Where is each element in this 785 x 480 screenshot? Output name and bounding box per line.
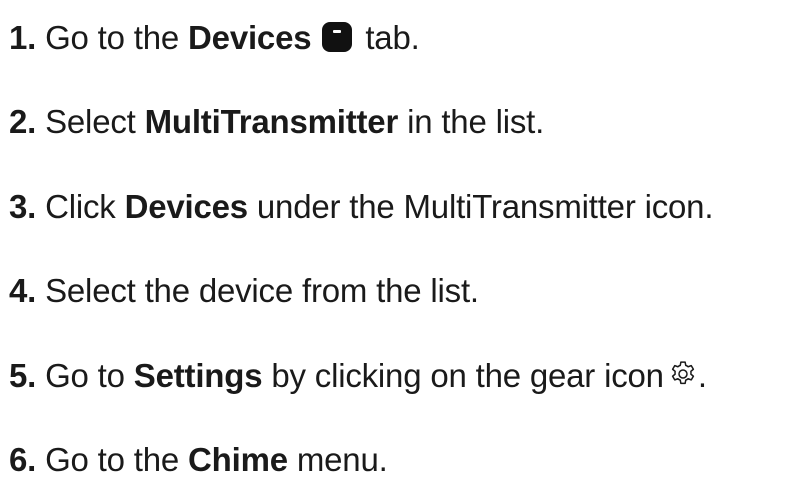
- step-5: 5. Go to Settings by clicking on the gea…: [9, 356, 707, 396]
- step-6: 6. Go to the Chime menu.: [9, 440, 388, 480]
- step-3-number: 3.: [9, 188, 37, 225]
- step-5-text: Go to: [36, 357, 134, 394]
- step-1-text-end: tab.: [356, 19, 420, 56]
- step-4: 4. Select the device from the list.: [9, 271, 479, 311]
- devices-tab-icon: [322, 22, 353, 52]
- step-4-number: 4.: [9, 272, 37, 309]
- step-1-number: 1.: [9, 19, 37, 56]
- step-6-text-end: menu.: [287, 441, 388, 478]
- step-6-text: Go to the: [36, 441, 189, 478]
- step-2: 2. Select MultiTransmitter in the list.: [9, 102, 544, 142]
- step-6-number: 6.: [9, 441, 37, 478]
- step-2-text: Select: [36, 103, 145, 140]
- step-3: 3. Click Devices under the MultiTransmit…: [9, 187, 713, 227]
- step-2-number: 2.: [9, 103, 37, 140]
- step-3-text: Click: [36, 188, 125, 225]
- step-3-devices-label: Devices: [124, 188, 249, 225]
- step-5-period: .: [697, 357, 707, 394]
- step-6-chime-label: Chime: [188, 441, 288, 478]
- step-1-text: Go to the: [36, 19, 189, 56]
- step-1-devices-label: Devices: [188, 19, 312, 56]
- step-5-number: 5.: [9, 357, 37, 394]
- step-2-multitransmitter-label: MultiTransmitter: [144, 103, 399, 140]
- step-4-text: Select the device from the list.: [36, 272, 479, 309]
- step-5-settings-label: Settings: [133, 357, 263, 394]
- step-2-text-end: in the list.: [398, 103, 545, 140]
- step-3-text-end: under the MultiTransmitter icon.: [247, 188, 714, 225]
- step-5-text-end: by clicking on the gear icon: [262, 357, 664, 394]
- step-1: 1. Go to the Devices tab.: [9, 18, 420, 58]
- gear-icon: [671, 361, 694, 385]
